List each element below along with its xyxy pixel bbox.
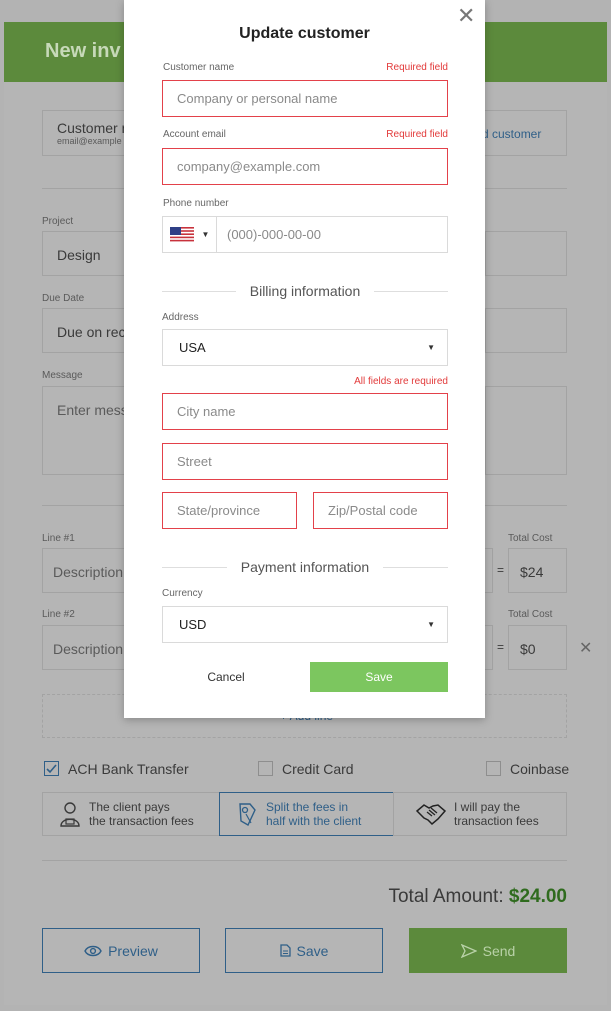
currency-select[interactable]: USD ▼	[162, 606, 448, 643]
billing-section-divider: Billing information	[162, 283, 448, 299]
address-label: Address	[162, 312, 199, 323]
phone-number-label: Phone number	[163, 198, 229, 209]
preview-button[interactable]: Preview	[42, 928, 200, 973]
preview-button-label: Preview	[108, 942, 158, 959]
line2-label: Line #2	[42, 609, 75, 620]
fee-option-i-pay[interactable]: I will pay the transaction fees	[393, 792, 567, 836]
eye-icon	[84, 945, 102, 957]
country-select[interactable]: USA ▼	[162, 329, 448, 366]
send-button-label: Send	[482, 942, 516, 959]
customer-name-input[interactable]	[162, 80, 448, 117]
all-fields-required: All fields are required	[354, 376, 448, 387]
billing-heading: Billing information	[249, 283, 361, 299]
coinbase-checkbox[interactable]	[486, 761, 501, 776]
customer-name-text: Customer n	[57, 120, 130, 136]
close-icon[interactable]: ✕	[457, 5, 475, 27]
line1-total-cost-label: Total Cost	[508, 533, 553, 544]
document-icon	[279, 944, 291, 957]
invoice-title: New inv	[45, 40, 121, 62]
credit-card-checkbox[interactable]	[258, 761, 273, 776]
line2-stepper[interactable]	[485, 625, 493, 670]
line2-equals: =	[497, 640, 505, 654]
save-invoice-button[interactable]: Save	[225, 928, 383, 973]
ach-label: ACH Bank Transfer	[68, 761, 189, 777]
account-email-input[interactable]	[162, 148, 448, 185]
fee-option-client-pays[interactable]: The client pays the transaction fees	[42, 792, 220, 836]
message-label: Message	[42, 370, 83, 381]
line2-total-field	[508, 625, 567, 670]
currency-label: Currency	[162, 588, 203, 599]
phone-number-field: ▼	[162, 216, 448, 253]
due-date-field-right[interactable]	[485, 308, 567, 353]
save-button[interactable]: Save	[310, 662, 448, 692]
person-icon	[59, 801, 81, 827]
save-invoice-button-label: Save	[296, 942, 329, 959]
total-amount: Total Amount: $24.00	[388, 886, 567, 907]
add-customer-link[interactable]: d customer	[482, 127, 541, 141]
us-flag-icon	[169, 227, 194, 242]
line1-stepper[interactable]	[485, 548, 493, 593]
handshake-icon	[416, 803, 446, 825]
split-icon	[236, 801, 258, 827]
message-field[interactable]	[42, 386, 132, 475]
phone-number-input[interactable]	[217, 217, 447, 252]
line2-total-cost-label: Total Cost	[508, 609, 553, 620]
send-icon	[460, 943, 477, 958]
line2-total-value: $0	[520, 641, 536, 657]
due-date-label: Due Date	[42, 293, 85, 304]
country-value: USA	[179, 340, 206, 355]
state-input[interactable]	[162, 492, 297, 529]
line1-label: Line #1	[42, 533, 75, 544]
customer-name-required: Required field	[386, 62, 448, 73]
caret-down-icon: ▼	[201, 230, 210, 239]
remove-line-icon[interactable]: ✕	[579, 638, 592, 658]
ach-checkbox[interactable]	[44, 761, 59, 776]
line1-equals: =	[497, 563, 505, 577]
message-placeholder: Enter mess	[57, 402, 128, 418]
credit-card-label: Credit Card	[282, 761, 354, 777]
customer-email-text: email@example	[57, 136, 122, 146]
payment-section-divider: Payment information	[162, 559, 448, 575]
zip-input[interactable]	[313, 492, 448, 529]
project-field-right[interactable]	[485, 231, 567, 276]
caret-down-icon: ▼	[427, 343, 435, 352]
coinbase-label: Coinbase	[510, 761, 570, 777]
line1-description-placeholder: Description	[53, 564, 124, 580]
message-field-right[interactable]	[485, 386, 567, 475]
project-label: Project	[42, 216, 74, 227]
line1-total-value: $24	[520, 564, 544, 580]
caret-down-icon: ▼	[427, 620, 435, 629]
cancel-button[interactable]: Cancel	[176, 662, 276, 692]
line2-description-placeholder: Description	[53, 641, 124, 657]
fee-option-text: The client pays the transaction fees	[89, 800, 194, 828]
fee-option-split[interactable]: Split the fees in half with the client	[219, 792, 394, 836]
due-date-value: Due on rec	[57, 324, 126, 340]
update-customer-modal: ✕ Update customer Customer name Required…	[124, 0, 485, 718]
project-value: Design	[57, 247, 101, 263]
fee-option-text: Split the fees in half with the client	[266, 800, 362, 828]
fee-option-text: I will pay the transaction fees	[454, 800, 539, 828]
divider	[42, 860, 567, 861]
country-code-dropdown[interactable]: ▼	[163, 217, 217, 252]
customer-name-label: Customer name	[163, 62, 235, 73]
account-email-required: Required field	[386, 129, 448, 140]
account-email-label: Account email	[163, 129, 226, 140]
send-button[interactable]: Send	[409, 928, 567, 973]
street-input[interactable]	[162, 443, 448, 480]
currency-value: USD	[179, 617, 207, 632]
payment-heading: Payment information	[240, 559, 370, 575]
modal-title: Update customer	[239, 25, 370, 42]
city-input[interactable]	[162, 393, 448, 430]
